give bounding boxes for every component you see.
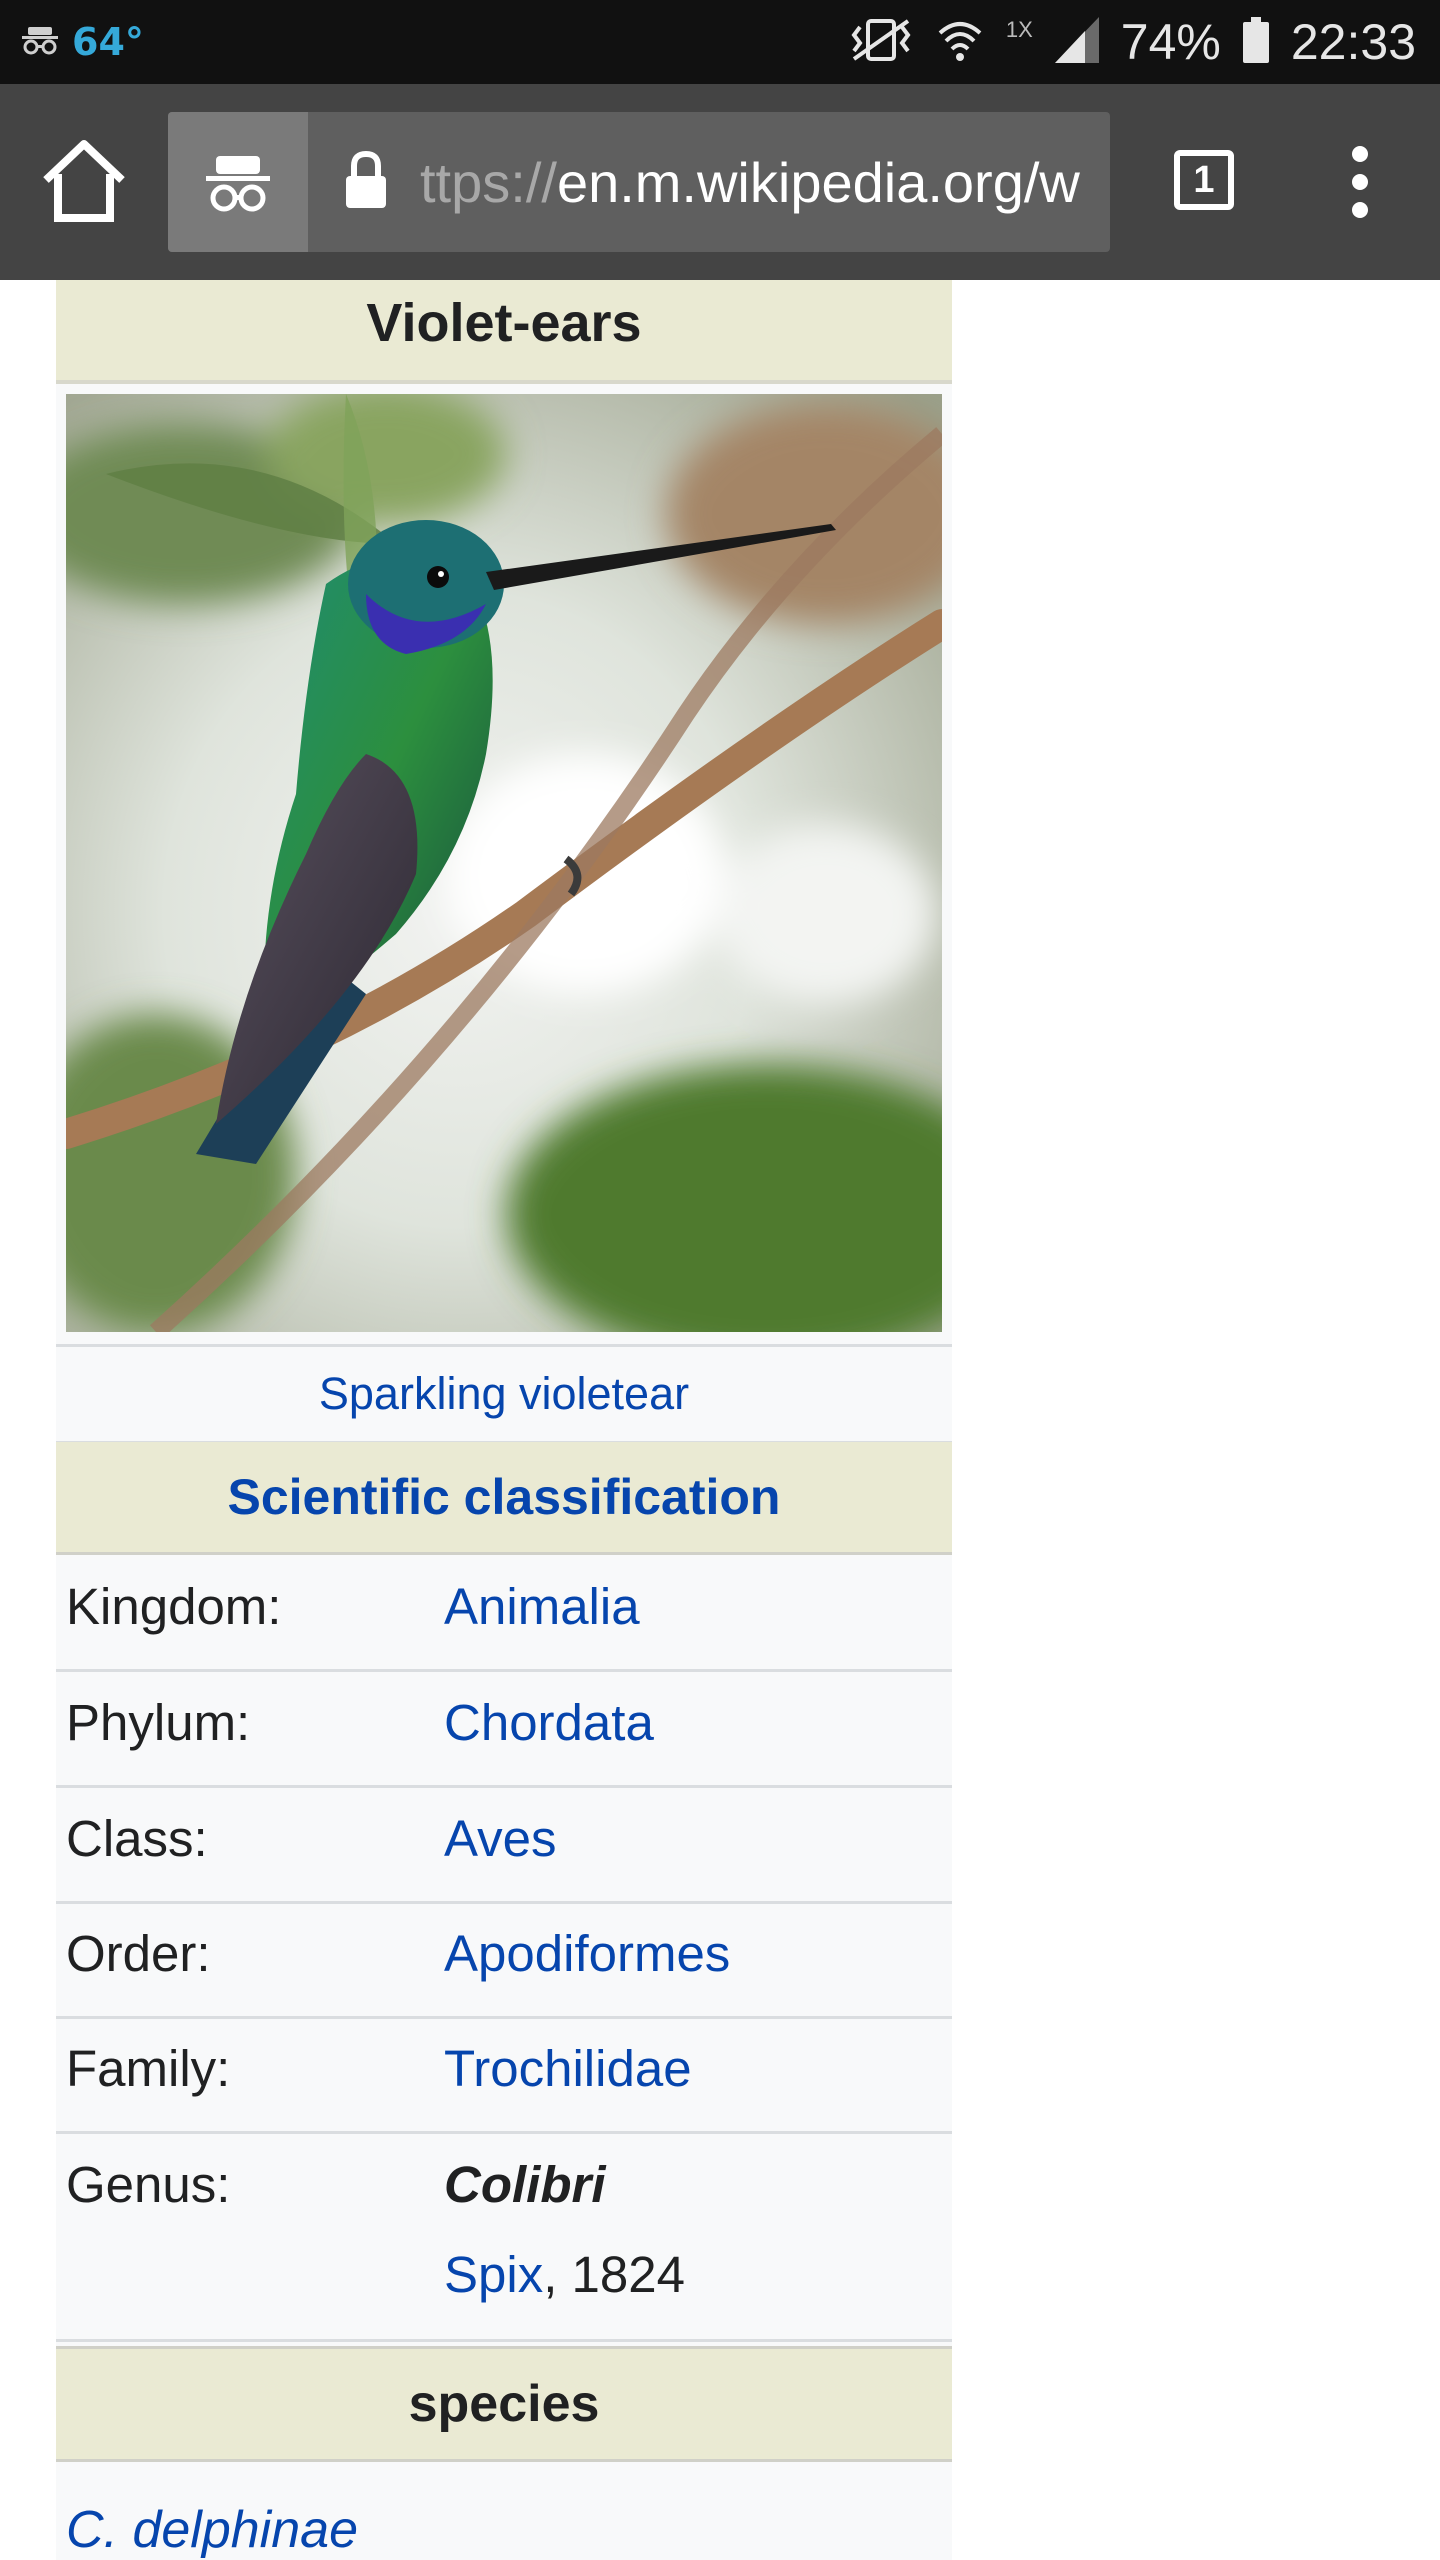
genus-name: Colibri — [444, 2156, 606, 2213]
species-link[interactable]: C. delphinae — [66, 2500, 358, 2560]
network-type: 1X — [1005, 17, 1033, 42]
hummingbird-image — [66, 394, 942, 1332]
battery-icon — [1242, 16, 1269, 68]
url-host: en.m.wikipedia.org/w — [556, 151, 1080, 214]
row-value-link[interactable]: Trochilidae — [444, 2039, 692, 2098]
authority-link[interactable]: Spix — [444, 2246, 543, 2303]
bird-photo[interactable] — [66, 394, 942, 1332]
signal-icon — [1054, 16, 1099, 68]
taxobox-title: Violet-ears — [56, 280, 952, 384]
battery-percent: 74% — [1120, 14, 1221, 70]
browser-toolbar: ttps://en.m.wikipedia.org/w 1 — [0, 84, 1440, 280]
row-key: Phylum: — [66, 1694, 251, 1751]
species-header: species — [56, 2346, 952, 2462]
home-icon — [43, 140, 125, 222]
authority-year: , 1824 — [543, 2246, 686, 2303]
taxobox-row-genus: Genus: Colibri Spix, 1824 — [56, 2133, 952, 2342]
row-value-link[interactable]: Animalia — [444, 1577, 640, 1636]
more-vert-icon — [1352, 146, 1368, 218]
genus-authority: Spix, 1824 — [444, 2245, 685, 2304]
tab-count: 1 — [1174, 150, 1234, 210]
row-key: Class: — [66, 1810, 208, 1867]
taxobox: Violet-ears Sparkling violetear Scientif… — [56, 280, 952, 2560]
row-value-link[interactable]: Apodiformes — [444, 1924, 730, 1983]
row-key: Kingdom: — [66, 1578, 282, 1635]
image-caption-link[interactable]: Sparkling violetear — [56, 1344, 952, 1444]
status-left: 64° — [22, 18, 144, 66]
overflow-menu-button[interactable] — [1336, 140, 1384, 224]
address-bar[interactable]: ttps://en.m.wikipedia.org/w — [168, 112, 1110, 252]
row-key: Order: — [66, 1925, 211, 1982]
clock: 22:33 — [1290, 14, 1416, 70]
tab-switcher-button[interactable]: 1 — [1174, 150, 1240, 216]
incognito-indicator-button[interactable] — [168, 112, 308, 252]
wifi-icon — [936, 17, 984, 68]
row-value-link[interactable]: Chordata — [444, 1693, 654, 1752]
page-right-margin — [1386, 280, 1440, 2560]
vibrate-icon — [848, 17, 914, 68]
row-value-link[interactable]: Aves — [444, 1809, 556, 1868]
home-button[interactable] — [40, 134, 128, 230]
taxobox-row-kingdom: Kingdom: Animalia — [56, 1555, 952, 1672]
status-right: 1X 74% 22:33 — [848, 12, 1416, 72]
taxobox-row-order: Order: Apodiformes — [56, 1902, 952, 2019]
row-key: Genus: — [66, 2156, 231, 2213]
taxobox-row-phylum: Phylum: Chordata — [56, 1671, 952, 1788]
incognito-icon — [22, 25, 58, 60]
row-key: Family: — [66, 2040, 231, 2097]
lock-icon — [346, 150, 386, 208]
taxobox-row-family: Family: Trochilidae — [56, 2017, 952, 2134]
status-bar: 64° 1X 74% 22:33 — [0, 0, 1440, 84]
weather-temperature: 64° — [72, 20, 144, 64]
url-scheme: ttps:// — [420, 151, 557, 214]
url-text[interactable]: ttps://en.m.wikipedia.org/w — [420, 150, 1090, 216]
scientific-classification-link[interactable]: Scientific classification — [56, 1442, 952, 1555]
incognito-icon — [206, 156, 270, 212]
taxobox-row-class: Class: Aves — [56, 1787, 952, 1904]
